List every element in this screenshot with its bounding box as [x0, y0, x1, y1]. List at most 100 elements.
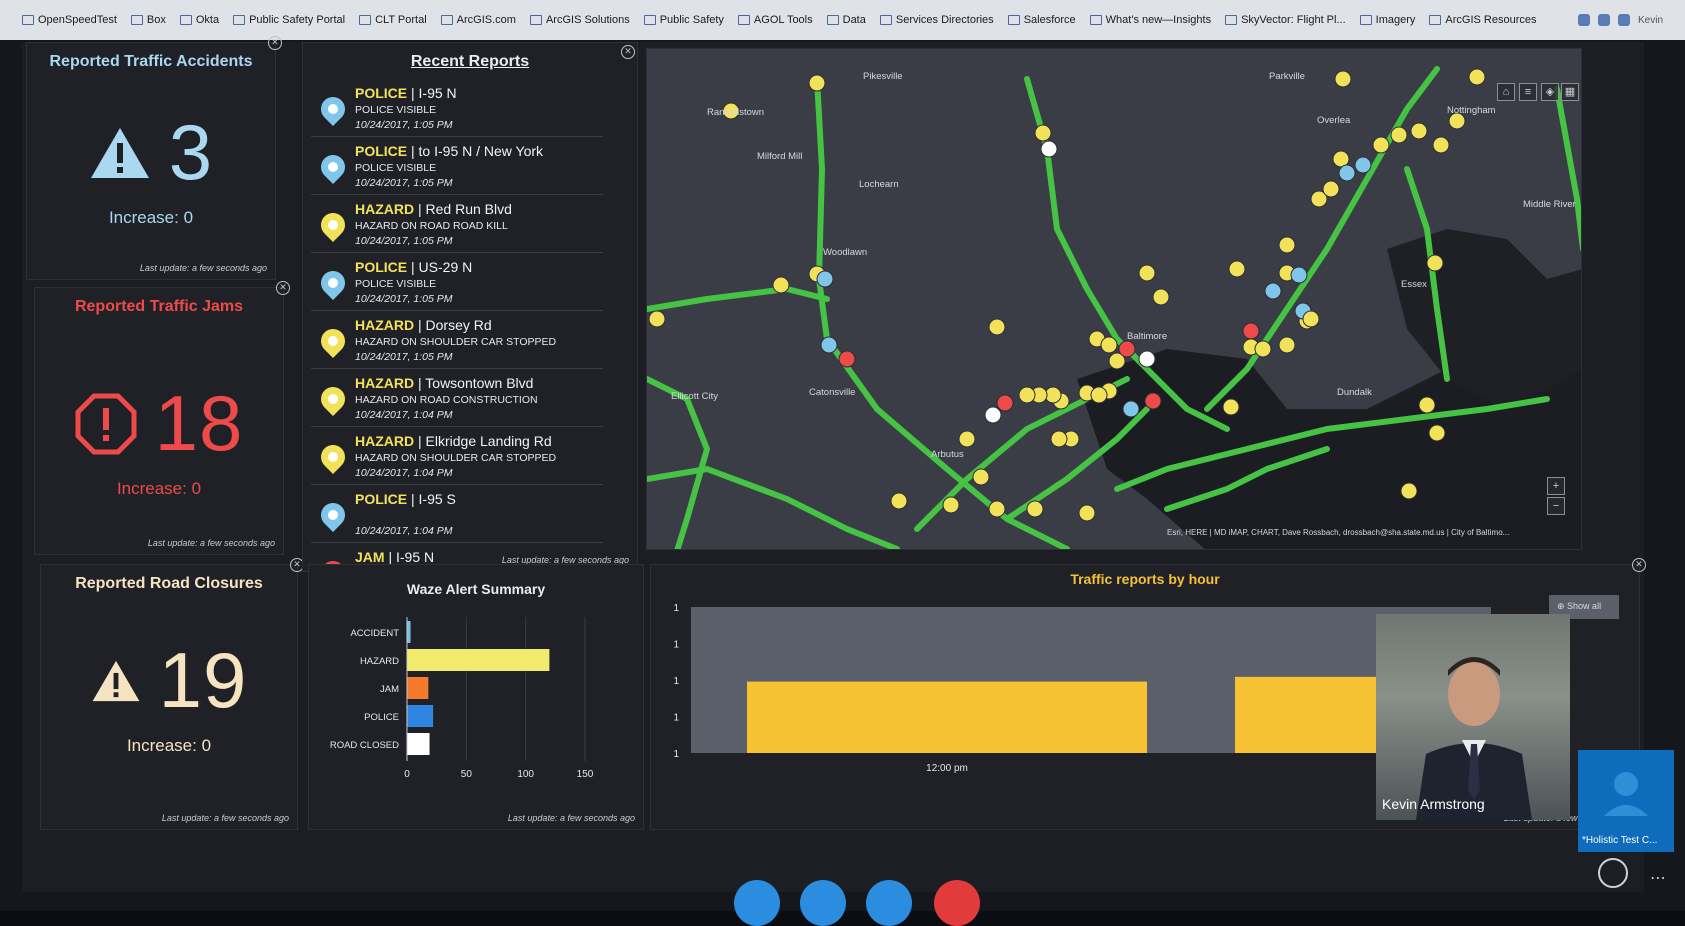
traffic-map[interactable]: Pikesville Randallstown Milford Mill Loc… — [647, 49, 1582, 550]
map-pin[interactable] — [808, 74, 826, 92]
map-pin[interactable] — [1390, 126, 1408, 144]
map-pin[interactable] — [1428, 424, 1446, 442]
report-list-item[interactable]: POLICE | to I-95 N / New York POLICE VISI… — [311, 137, 603, 195]
expand-icon[interactable]: ✕ — [1632, 558, 1646, 572]
map-pin[interactable] — [1410, 122, 1428, 140]
bookmark-openspeedtest[interactable]: OpenSpeedTest — [22, 14, 117, 26]
map-pin[interactable] — [988, 500, 1006, 518]
map-pin[interactable] — [1222, 398, 1240, 416]
map-pin[interactable] — [816, 270, 834, 288]
map-pin[interactable] — [942, 496, 960, 514]
report-list-item[interactable]: POLICE | I-95 N POLICE VISIBLE 10/24/2017,… — [311, 79, 603, 137]
hour-bar[interactable] — [747, 681, 1147, 753]
bookmark-agol-tools[interactable]: AGOL Tools — [737, 14, 813, 26]
report-list-item[interactable]: HAZARD | Red Run Blvd HAZARD ON ROAD ROAD… — [311, 195, 603, 253]
map-pin[interactable] — [772, 276, 790, 294]
bar-road-closed[interactable] — [407, 733, 430, 755]
map-pin[interactable] — [1242, 322, 1260, 340]
bookmark-public-safety[interactable]: Public Safety — [643, 14, 724, 26]
map-pin[interactable] — [972, 468, 990, 486]
report-list-item[interactable]: HAZARD | Dorsey Rd HAZARD ON SHOULDER CAR… — [311, 311, 603, 369]
bookmark-arcgis-resources[interactable]: ArcGIS Resources — [1429, 14, 1536, 26]
bookmark-whats-new-insights[interactable]: What's new—Insights — [1089, 14, 1211, 26]
map-pin[interactable] — [1034, 124, 1052, 142]
map-pin[interactable] — [988, 318, 1006, 336]
map-pin[interactable] — [1426, 254, 1444, 272]
bookmark-arcgis-com[interactable]: ArcGIS.com — [440, 14, 516, 26]
bookmark-okta[interactable]: Okta — [179, 14, 219, 26]
extension-icon[interactable] — [1577, 14, 1590, 26]
map-pin[interactable] — [1100, 336, 1118, 354]
bookmark-clt-portal[interactable]: CLT Portal — [359, 14, 427, 26]
bookmark-box[interactable]: Box — [130, 14, 166, 26]
bookmark-services-directories[interactable]: Services Directories — [879, 14, 994, 26]
expand-icon[interactable]: ✕ — [276, 281, 290, 295]
more-options-icon[interactable]: ⋯ — [1650, 868, 1666, 888]
stats-button[interactable] — [800, 880, 846, 926]
participant-video[interactable]: Kevin Armstrong — [1376, 614, 1570, 820]
map-pin[interactable] — [1432, 136, 1450, 154]
basemap-icon[interactable]: ▦ — [1561, 83, 1579, 101]
map-pin[interactable] — [1302, 310, 1320, 328]
map-pin[interactable] — [838, 350, 856, 368]
map-pin[interactable] — [1278, 236, 1296, 254]
map-pin[interactable] — [984, 406, 1002, 424]
map-pin[interactable] — [1372, 136, 1390, 154]
video-toggle-button[interactable] — [734, 880, 780, 926]
map-pin[interactable] — [1144, 392, 1162, 410]
map-pin[interactable] — [1290, 266, 1308, 284]
map-pin[interactable] — [1090, 386, 1108, 404]
map-pin[interactable] — [1228, 260, 1246, 278]
map-pin[interactable] — [1078, 504, 1096, 522]
map-pin[interactable] — [996, 394, 1014, 412]
extension-icon[interactable] — [1597, 14, 1610, 26]
profile-name[interactable]: Kevin — [1638, 15, 1663, 26]
map-pin[interactable] — [1400, 482, 1418, 500]
map-pin[interactable] — [1322, 180, 1340, 198]
list-icon[interactable]: ≡ — [1519, 83, 1537, 101]
map-pin[interactable] — [1040, 140, 1058, 158]
bookmark-public-safety-portal[interactable]: Public Safety Portal — [233, 14, 345, 26]
end-call-button[interactable] — [934, 880, 980, 926]
bookmark-salesforce[interactable]: Salesforce — [1007, 14, 1076, 26]
bar-hazard[interactable] — [407, 649, 550, 671]
extension-icon[interactable] — [1617, 14, 1630, 26]
map-pin[interactable] — [1264, 282, 1282, 300]
map-pin[interactable] — [890, 492, 908, 510]
report-list-item[interactable]: HAZARD | Elkridge Landing Rd HAZARD ON SH… — [311, 427, 603, 485]
bookmark-imagery[interactable]: Imagery — [1359, 14, 1415, 26]
layers-icon[interactable]: ◈ — [1541, 83, 1559, 101]
map-pin[interactable] — [1354, 156, 1372, 174]
zoom-out-button[interactable]: − — [1547, 497, 1565, 515]
bookmark-arcgis-solutions[interactable]: ArcGIS Solutions — [529, 14, 630, 26]
bar-accident[interactable] — [407, 621, 411, 643]
map-pin[interactable] — [820, 336, 838, 354]
map-pin[interactable] — [1118, 340, 1136, 358]
bar-police[interactable] — [407, 705, 434, 727]
bar-jam[interactable] — [407, 677, 429, 699]
expand-icon[interactable]: ✕ — [268, 36, 282, 50]
zoom-in-button[interactable]: + — [1547, 477, 1565, 495]
map-pin[interactable] — [648, 310, 666, 328]
map-pin[interactable] — [1468, 68, 1486, 86]
map-pin[interactable] — [1122, 400, 1140, 418]
report-list-item[interactable]: POLICE | US-29 N POLICE VISIBLE 10/24/2017… — [311, 253, 603, 311]
settings-icon[interactable] — [1598, 858, 1628, 888]
expand-icon[interactable]: ✕ — [621, 45, 635, 59]
map-pin[interactable] — [1138, 264, 1156, 282]
map-pin[interactable] — [1026, 500, 1044, 518]
report-list-item[interactable]: POLICE | I-95 S 10/24/2017, 1:04 PM — [311, 485, 603, 543]
bookmark-data[interactable]: Data — [826, 14, 866, 26]
report-list-item[interactable]: HAZARD | Towsontown Blvd HAZARD ON ROAD C… — [311, 369, 603, 427]
map-pin[interactable] — [1338, 164, 1356, 182]
bookmark-skyvector[interactable]: SkyVector: Flight Pl... — [1225, 14, 1346, 26]
map-pin[interactable] — [1334, 70, 1352, 88]
home-icon[interactable]: ⌂ — [1497, 83, 1515, 101]
map-pin[interactable] — [1418, 396, 1436, 414]
share-screen-button[interactable] — [866, 880, 912, 926]
map-pin[interactable] — [1278, 336, 1296, 354]
map-pin[interactable] — [1138, 350, 1156, 368]
map-pin[interactable] — [1050, 430, 1068, 448]
map-pin[interactable] — [1152, 288, 1170, 306]
map-pin[interactable] — [1018, 386, 1036, 404]
